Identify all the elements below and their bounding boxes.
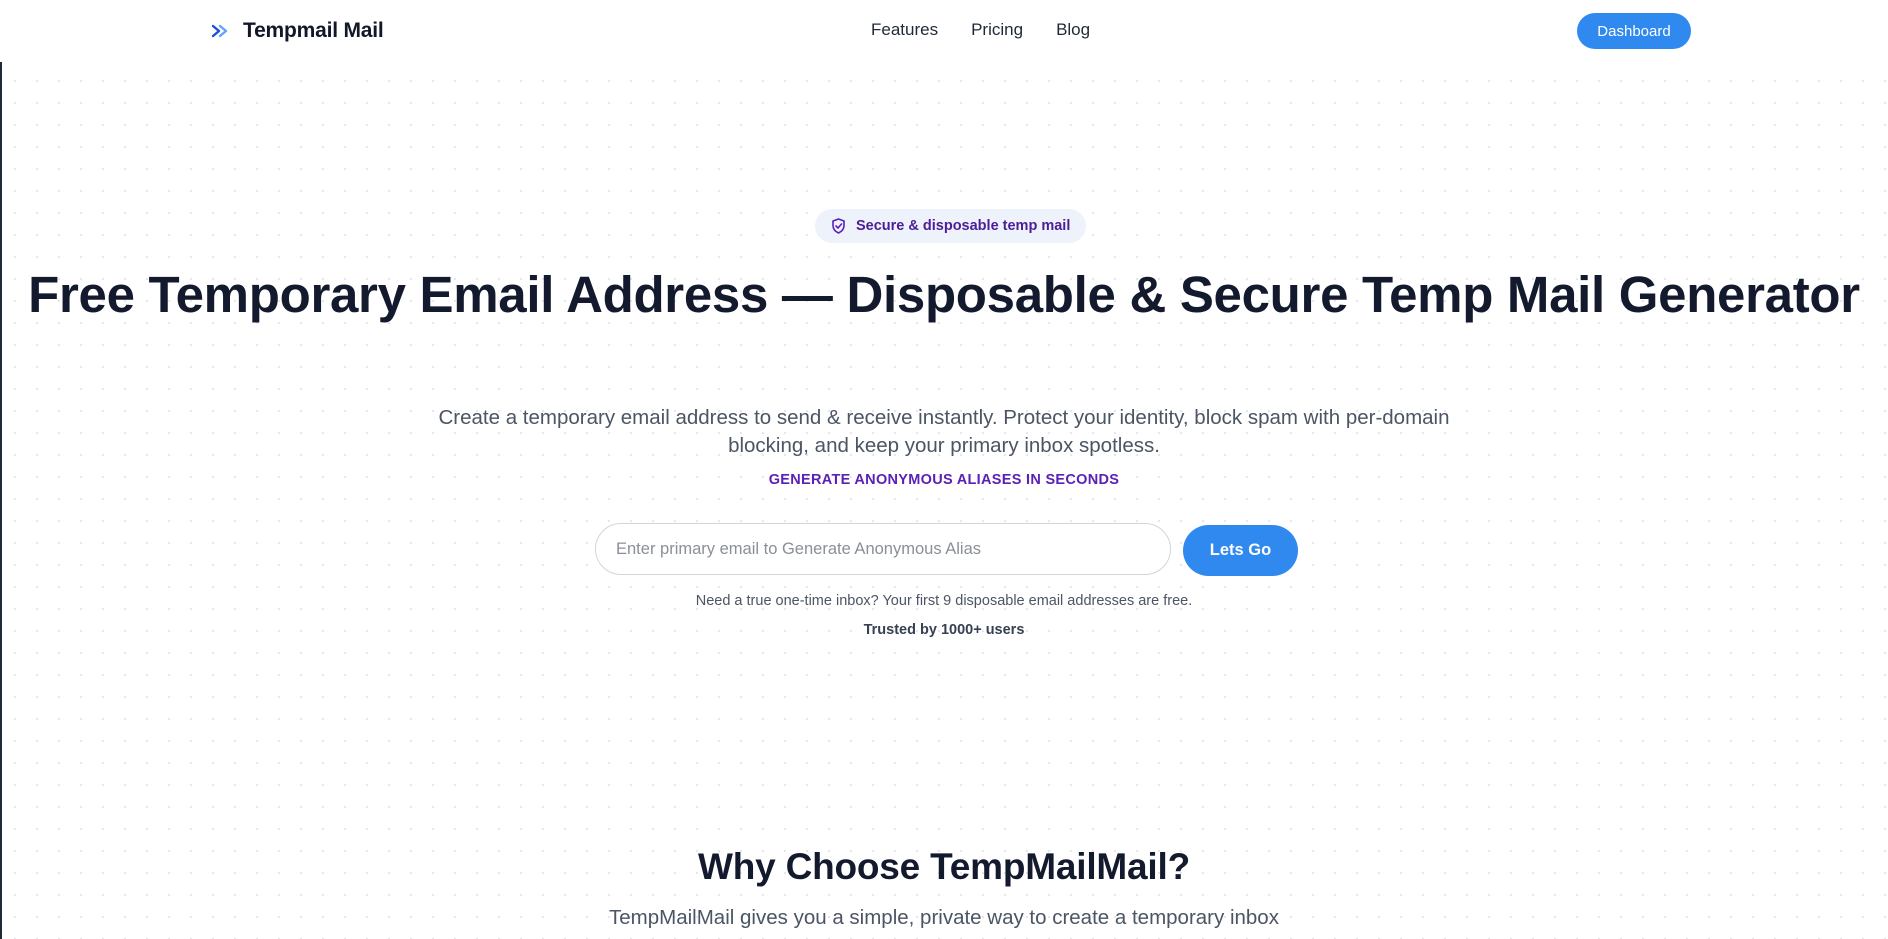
nav-blog[interactable]: Blog	[1056, 20, 1090, 40]
why-section-subtitle: TempMailMail gives you a simple, private…	[609, 906, 1279, 929]
hero-badge: Secure & disposable temp mail	[815, 209, 1087, 243]
page: Tempmail Mail Features Pricing Blog Dash…	[0, 0, 1888, 939]
free-addresses-note: Need a true one-time inbox? Your first 9…	[695, 593, 1193, 609]
hero-title: Free Temporary Email Address — Disposabl…	[28, 266, 1860, 323]
trusted-by-text: Trusted by 1000+ users	[863, 622, 1025, 638]
window-edge	[0, 0, 2, 939]
main-nav: Features Pricing Blog	[871, 20, 1123, 40]
site-header: Tempmail Mail Features Pricing Blog Dash…	[0, 0, 1888, 62]
brand-name: Tempmail Mail	[243, 19, 384, 42]
shield-check-icon	[831, 218, 846, 234]
why-section-title: Why Choose TempMailMail?	[698, 846, 1190, 887]
primary-email-input[interactable]	[595, 523, 1171, 575]
brand-link[interactable]: Tempmail Mail	[211, 18, 384, 44]
badge-text: Secure & disposable temp mail	[856, 218, 1071, 234]
nav-pricing[interactable]: Pricing	[971, 20, 1023, 40]
double-chevron-right-icon	[211, 24, 231, 38]
hero-tagline: GENERATE ANONYMOUS ALIASES IN SECONDS	[768, 472, 1120, 488]
lets-go-button[interactable]: Lets Go	[1183, 525, 1298, 576]
hero-subtitle: Create a temporary email address to send…	[438, 406, 1450, 457]
nav-features[interactable]: Features	[871, 20, 938, 40]
dashboard-button[interactable]: Dashboard	[1577, 13, 1691, 49]
